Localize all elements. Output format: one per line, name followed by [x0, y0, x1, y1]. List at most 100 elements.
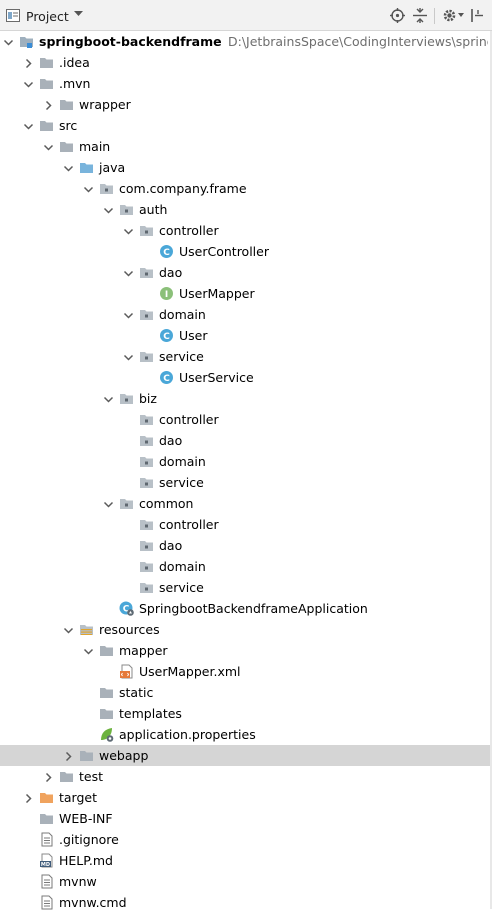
chevron-down-icon[interactable] [123, 267, 134, 278]
locate-icon[interactable] [390, 8, 405, 23]
folder-icon [39, 811, 54, 826]
tree-row-dao[interactable]: dao [0, 262, 492, 283]
project-view-title[interactable]: Project [26, 9, 69, 24]
package-icon [139, 517, 154, 532]
tree-row-service[interactable]: service [0, 346, 492, 367]
tree-row-common[interactable]: common [0, 493, 492, 514]
chevron-down-icon[interactable] [123, 309, 134, 320]
tree-row-mvnw[interactable]: mvnw [0, 871, 492, 892]
tree-item-label: .gitignore [59, 832, 119, 847]
tree-row-src[interactable]: src [0, 115, 492, 136]
tree-item-label: User [179, 328, 208, 343]
tree-item-label: auth [139, 202, 168, 217]
tree-row-controller[interactable]: controller [0, 514, 492, 535]
tree-row-help-md[interactable]: MD HELP.md [0, 850, 492, 871]
collapse-all-icon[interactable] [413, 8, 427, 23]
folder-icon [99, 706, 114, 721]
tree-row-mapper[interactable]: mapper [0, 640, 492, 661]
tree-row-springboot-backendframe[interactable]: springboot-backendframe D:\JetbrainsSpace… [0, 31, 492, 52]
tree-row-mvnw-cmd[interactable]: mvnw.cmd [0, 892, 492, 913]
chevron-right-icon[interactable] [43, 771, 54, 783]
package-icon [119, 202, 134, 217]
chevron-down-icon[interactable] [23, 120, 34, 131]
chevron-right-icon[interactable] [23, 57, 34, 69]
tree-item-label: controller [159, 223, 219, 238]
spring-properties-icon [99, 727, 114, 742]
tree-row-resources[interactable]: resources [0, 619, 492, 640]
tree-row-springbootbackendframeapplication[interactable]: C SpringbootBackendframeApplication [0, 598, 492, 619]
class-icon: C [159, 244, 174, 259]
chevron-down-icon[interactable] [63, 624, 74, 635]
chevron-down-icon[interactable] [103, 204, 114, 215]
package-icon [139, 454, 154, 469]
package-icon [139, 307, 154, 322]
tree-row-gitignore[interactable]: .gitignore [0, 829, 492, 850]
tree-row-dao[interactable]: dao [0, 535, 492, 556]
chevron-down-icon[interactable] [83, 183, 94, 194]
chevron-down-icon[interactable] [83, 645, 94, 656]
chevron-right-icon[interactable] [23, 792, 34, 804]
chevron-down-icon[interactable] [43, 141, 54, 152]
tree-item-label: service [159, 349, 204, 364]
tree-item-label: target [59, 790, 98, 805]
tree-row-user[interactable]: C User [0, 325, 492, 346]
tree-row-webapp[interactable]: webapp [0, 745, 492, 766]
tree-row-java[interactable]: java [0, 157, 492, 178]
tree-item-label: mvnw.cmd [59, 895, 127, 910]
tree-row-application-properties[interactable]: application.properties [0, 724, 492, 745]
tree-row-controller[interactable]: controller [0, 220, 492, 241]
tree-row-biz[interactable]: biz [0, 388, 492, 409]
tree-item-label: service [159, 475, 204, 490]
tree-row-domain[interactable]: domain [0, 304, 492, 325]
tree-row-dao[interactable]: dao [0, 430, 492, 451]
tree-row-service[interactable]: service [0, 577, 492, 598]
chevron-down-icon[interactable] [23, 78, 34, 89]
chevron-right-icon[interactable] [63, 750, 74, 762]
tree-row-userservice[interactable]: C UserService [0, 367, 492, 388]
package-icon [139, 475, 154, 490]
package-icon [99, 181, 114, 196]
chevron-down-icon[interactable] [63, 162, 74, 173]
folder-icon [39, 76, 54, 91]
tree-row-mvn[interactable]: .mvn [0, 73, 492, 94]
gear-icon[interactable] [442, 8, 457, 23]
dropdown-arrow-icon[interactable] [74, 11, 83, 17]
tree-row-target[interactable]: target [0, 787, 492, 808]
tree-row-web-inf[interactable]: WEB-INF [0, 808, 492, 829]
tree-row-com-company-frame[interactable]: com.company.frame [0, 178, 492, 199]
tree-item-label: test [79, 769, 104, 784]
tree-row-usermapper-xml[interactable]: UserMapper.xml [0, 661, 492, 682]
chevron-down-icon[interactable] [123, 225, 134, 236]
tree-item-label: WEB-INF [59, 811, 113, 826]
package-icon [139, 433, 154, 448]
tree-item-label: SpringbootBackendframeApplication [139, 601, 368, 616]
tree-row-auth[interactable]: auth [0, 199, 492, 220]
tree-row-idea[interactable]: .idea [0, 52, 492, 73]
text-file-icon [39, 874, 54, 889]
tree-row-domain[interactable]: domain [0, 556, 492, 577]
tree-row-templates[interactable]: templates [0, 703, 492, 724]
chevron-down-icon[interactable] [103, 393, 114, 404]
tree-row-test[interactable]: test [0, 766, 492, 787]
chevron-down-icon[interactable] [103, 498, 114, 509]
tree-row-usercontroller[interactable]: C UserController [0, 241, 492, 262]
tree-row-service[interactable]: service [0, 472, 492, 493]
tree-row-static[interactable]: static [0, 682, 492, 703]
tree-item-label: .idea [59, 55, 90, 70]
tree-row-main[interactable]: main [0, 136, 492, 157]
tree-row-domain[interactable]: domain [0, 451, 492, 472]
folder-icon [39, 55, 54, 70]
source-folder-icon [79, 160, 94, 175]
tree-row-controller[interactable]: controller [0, 409, 492, 430]
tree-item-label: controller [159, 412, 219, 427]
chevron-down-icon[interactable] [3, 36, 14, 47]
package-icon [139, 223, 154, 238]
gear-dropdown-icon[interactable] [458, 13, 464, 17]
package-icon [139, 349, 154, 364]
tree-item-label: com.company.frame [119, 181, 247, 196]
tree-row-wrapper[interactable]: wrapper [0, 94, 492, 115]
hide-panel-icon[interactable] [470, 8, 484, 23]
tree-row-usermapper[interactable]: I UserMapper [0, 283, 492, 304]
chevron-down-icon[interactable] [123, 351, 134, 362]
chevron-right-icon[interactable] [43, 99, 54, 111]
